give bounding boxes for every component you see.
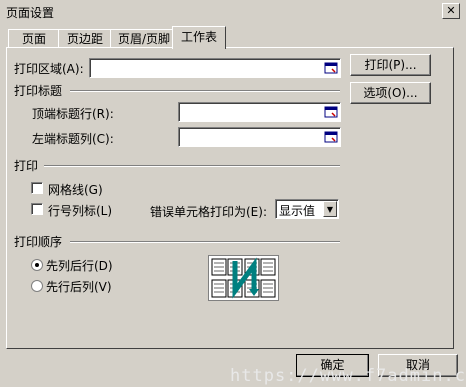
page-order-preview-icon	[208, 255, 279, 301]
chevron-down-icon[interactable]: ▼	[323, 201, 337, 217]
over-then-down-label: 先行后列(V)	[46, 280, 112, 294]
range-picker-icon[interactable]	[324, 105, 338, 119]
tab-page[interactable]: 页面	[8, 29, 60, 48]
tab-margins[interactable]: 页边距	[58, 29, 112, 48]
down-then-over-label: 先列后行(D)	[46, 259, 113, 273]
top-rows-input[interactable]	[178, 102, 341, 122]
row-col-headers-label: 行号列标(L)	[48, 204, 113, 218]
cell-errors-label: 错误单元格打印为(E):	[150, 205, 267, 219]
close-icon: ✕	[446, 4, 456, 17]
print-area-input[interactable]	[89, 58, 341, 78]
page-order-divider	[70, 241, 340, 243]
watermark-text: https://www.f7admin.cc	[230, 366, 466, 386]
tab-bar: 页面 页边距 页眉/页脚 工作表	[6, 26, 226, 49]
range-picker-icon[interactable]	[324, 61, 338, 75]
print-button[interactable]: 打印(P)...	[350, 54, 431, 76]
gridlines-label: 网格线(G)	[48, 183, 103, 197]
left-cols-input[interactable]	[178, 127, 341, 147]
close-button[interactable]: ✕	[442, 3, 460, 19]
window-title: 页面设置	[6, 6, 55, 20]
gridlines-checkbox[interactable]	[31, 182, 43, 194]
print-divider	[44, 165, 340, 167]
top-rows-label: 顶端标题行(R):	[32, 107, 114, 121]
print-titles-group-label: 打印标题	[14, 84, 63, 98]
row-col-headers-checkbox[interactable]	[31, 203, 43, 215]
cell-errors-value: 显示值	[279, 204, 316, 218]
tab-header-footer[interactable]: 页眉/页脚	[110, 29, 178, 48]
print-group-label: 打印	[14, 159, 39, 173]
left-cols-label: 左端标题列(C):	[32, 132, 114, 146]
cell-errors-select[interactable]: 显示值 ▼	[275, 199, 339, 219]
over-then-down-radio[interactable]	[31, 280, 43, 292]
range-picker-icon[interactable]	[324, 130, 338, 144]
options-button[interactable]: 选项(O)...	[350, 82, 431, 104]
down-then-over-radio[interactable]	[31, 259, 43, 271]
print-area-label: 打印区域(A):	[14, 62, 84, 76]
tab-sheet[interactable]: 工作表	[172, 26, 226, 49]
title-bar	[0, 0, 466, 22]
print-titles-divider	[70, 90, 340, 92]
page-order-group-label: 打印顺序	[14, 235, 63, 249]
